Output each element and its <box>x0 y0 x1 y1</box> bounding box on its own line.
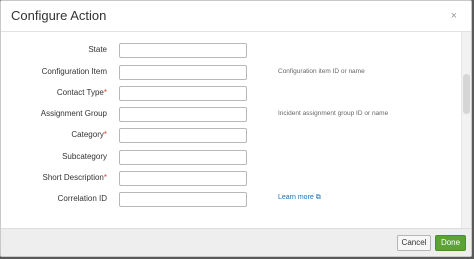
configuration-item-help: Configuration item ID or name <box>278 68 365 75</box>
configuration-item-input[interactable] <box>119 65 247 80</box>
contact-type-input[interactable] <box>119 86 247 101</box>
form-row-contact-type: Contact Type* <box>1 86 471 102</box>
dialog-footer: Cancel Done <box>1 228 471 256</box>
field-label: Assignment Group <box>40 109 107 118</box>
field-label: Short Description* <box>42 173 107 182</box>
field-label: Correlation ID <box>57 194 107 203</box>
form-row-assignment-group: Assignment Group Incident assignment gro… <box>1 107 471 123</box>
required-marker: * <box>103 173 107 182</box>
field-label: Subcategory <box>62 152 107 161</box>
field-label: Contact Type* <box>56 88 107 97</box>
done-button[interactable]: Done <box>435 235 466 251</box>
close-icon[interactable]: × <box>451 11 457 22</box>
field-label: Configuration Item <box>41 67 107 76</box>
form-row-short-description: Short Description* <box>1 171 471 187</box>
dialog-header: Configure Action × <box>1 1 471 32</box>
state-input[interactable] <box>119 43 247 58</box>
field-label: State <box>88 45 107 54</box>
subcategory-input[interactable] <box>119 150 247 165</box>
learn-more-link[interactable]: Learn more ⧉ <box>278 194 321 202</box>
form-row-state: State <box>1 43 471 59</box>
field-label: Category* <box>71 130 107 139</box>
form-row-correlation-id: Correlation ID Learn more ⧉ <box>1 192 471 208</box>
external-link-icon: ⧉ <box>315 194 321 201</box>
short-description-input[interactable] <box>119 171 247 186</box>
assignment-group-input[interactable] <box>119 107 247 122</box>
required-marker: * <box>103 130 107 139</box>
required-marker: * <box>103 88 107 97</box>
assignment-group-help: Incident assignment group ID or name <box>278 110 389 117</box>
correlation-id-input[interactable] <box>119 192 247 207</box>
dialog-title: Configure Action <box>11 8 107 23</box>
configure-action-dialog: Configure Action × State Configuration I… <box>0 0 472 257</box>
cancel-button[interactable]: Cancel <box>397 235 431 251</box>
form-row-category: Category* <box>1 128 471 144</box>
form-row-configuration-item: Configuration Item Configuration item ID… <box>1 65 471 81</box>
category-input[interactable] <box>119 128 247 143</box>
form-row-subcategory: Subcategory <box>1 150 471 166</box>
